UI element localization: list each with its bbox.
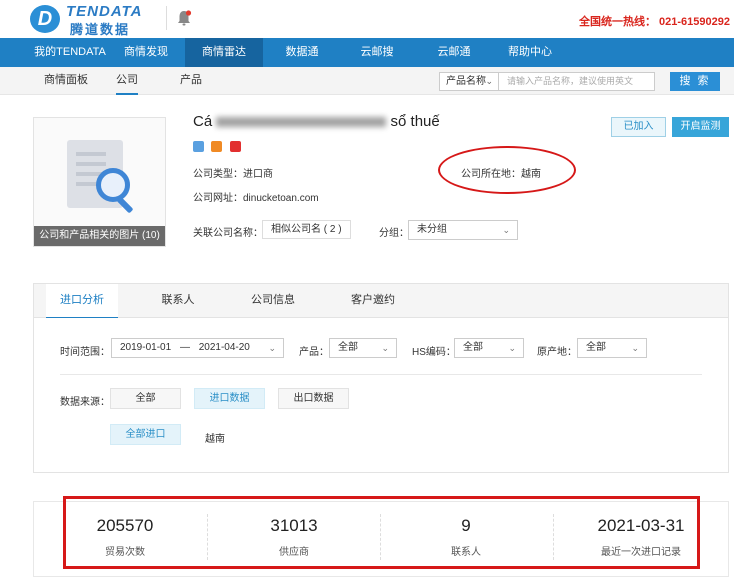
search-category-select[interactable]: 产品名称 ⌄	[439, 72, 499, 91]
time-start: 2019-01-01	[120, 342, 172, 353]
related-company-chip[interactable]: 相似公司名 ( 2 )	[262, 220, 351, 239]
hs-code-select[interactable]: 全部 ⌄	[454, 338, 524, 358]
nav-item-cloud-search[interactable]: 云邮搜	[345, 38, 409, 67]
search-button[interactable]: 搜 索	[670, 72, 720, 91]
website-label: 公司网址：	[193, 193, 243, 204]
company-name: Cá sổ thuế	[193, 113, 440, 130]
top-bar: D TENDATA 腾道数据 全国统一热线： 021-61590292	[0, 0, 734, 38]
video-icon[interactable]	[229, 141, 241, 152]
tendata-logo[interactable]: D TENDATA 腾道数据	[30, 3, 143, 37]
chevron-down-icon: ⌄	[631, 343, 639, 353]
subnav-item-company[interactable]: 公司	[116, 67, 138, 95]
product-select[interactable]: 全部 ⌄	[329, 338, 397, 358]
search-input[interactable]: 请输入产品名称，建议使用英文	[499, 72, 655, 91]
tab-customer-invite[interactable]: 客户邀约	[337, 284, 409, 319]
nav-item-datapass[interactable]: 数据通	[270, 38, 334, 67]
hotline-text: 全国统一热线： 021-61590292	[578, 16, 730, 28]
phone-icon[interactable]	[211, 141, 223, 152]
import-all-button[interactable]: 全部进口	[110, 424, 181, 445]
company-name-prefix: Cá	[193, 113, 213, 130]
logo-text-cn: 腾道数据	[70, 22, 131, 37]
tab-company-info[interactable]: 公司信息	[237, 284, 309, 319]
search-category-value: 产品名称	[446, 76, 486, 87]
company-type: 公司类型：进口商	[193, 169, 273, 180]
contact-icons	[193, 141, 245, 155]
header-divider	[166, 6, 167, 30]
notification-bell-icon[interactable]	[176, 9, 192, 27]
source-all-button[interactable]: 全部	[110, 388, 181, 409]
start-monitor-button[interactable]: 开启监测	[672, 117, 729, 137]
nav-item-discovery[interactable]: 商情发现	[112, 38, 180, 67]
hs-code-label: HS编码：	[412, 347, 456, 358]
time-range-label: 时间范围：	[60, 347, 110, 358]
hs-code-value: 全部	[463, 342, 483, 353]
nav-item-my-tendata[interactable]: 我的TENDATA	[30, 38, 110, 67]
analysis-tabs: 进口分析 联系人 公司信息 客户邀约	[33, 283, 729, 319]
website-link[interactable]: dinucketoan.com	[243, 193, 319, 204]
annotation-ellipse	[438, 146, 576, 194]
sub-nav: 商情面板 公司 产品 产品名称 ⌄ 请输入产品名称，建议使用英文 搜 索	[0, 67, 734, 95]
nav-item-help[interactable]: 帮助中心	[498, 38, 562, 67]
company-photo[interactable]: 公司和产品相关的图片 (10)	[33, 117, 166, 247]
data-source-label: 数据来源：	[60, 397, 110, 408]
origin-value: 全部	[586, 342, 606, 353]
import-country-vietnam[interactable]: 越南	[205, 430, 225, 445]
time-end: 2021-04-20	[198, 342, 250, 353]
product-label: 产品：	[299, 347, 329, 358]
time-range-picker[interactable]: 2019-01-01 — 2021-04-20 ⌄	[111, 338, 284, 358]
chevron-down-icon: ⌄	[502, 225, 510, 235]
annotation-rectangle	[63, 496, 700, 569]
group-select[interactable]: 未分组 ⌄	[408, 220, 518, 240]
chevron-down-icon: ⌄	[381, 343, 389, 353]
origin-label: 原产地：	[537, 347, 577, 358]
filter-divider	[60, 374, 702, 375]
subnav-item-product[interactable]: 产品	[180, 67, 202, 95]
nav-item-cloud-mail[interactable]: 云邮通	[422, 38, 486, 67]
joined-button[interactable]: 已加入	[611, 117, 666, 137]
redacted-name	[216, 117, 387, 128]
source-import-button[interactable]: 进口数据	[194, 388, 265, 409]
product-value: 全部	[338, 342, 358, 353]
company-website: 公司网址：dinucketoan.com	[193, 189, 319, 204]
magnifier-icon	[96, 168, 130, 202]
chevron-down-icon: ⌄	[508, 343, 516, 353]
related-company-label: 关联公司名称：	[193, 228, 263, 239]
photo-caption: 公司和产品相关的图片 (10)	[34, 226, 165, 246]
tab-contacts[interactable]: 联系人	[142, 284, 214, 319]
logo-text-en: TENDATA	[66, 3, 143, 20]
logo-mark-icon: D	[30, 5, 60, 33]
info-icon[interactable]	[193, 141, 204, 152]
chevron-down-icon: ⌄	[268, 343, 276, 353]
source-export-button[interactable]: 出口数据	[278, 388, 349, 409]
time-separator: —	[179, 342, 190, 353]
document-lines	[76, 152, 106, 156]
company-name-suffix: sổ thuế	[390, 113, 440, 130]
main-nav: 我的TENDATA 商情发现 商情雷达 数据通 云邮搜 云邮通 帮助中心	[0, 38, 734, 67]
origin-select[interactable]: 全部 ⌄	[577, 338, 647, 358]
nav-item-radar[interactable]: 商情雷达	[185, 38, 263, 67]
tab-import-analysis[interactable]: 进口分析	[46, 284, 118, 319]
group-label: 分组：	[379, 228, 409, 239]
subnav-item-dashboard[interactable]: 商情面板	[44, 67, 88, 95]
group-value: 未分组	[417, 224, 447, 235]
chevron-down-icon: ⌄	[485, 76, 493, 86]
